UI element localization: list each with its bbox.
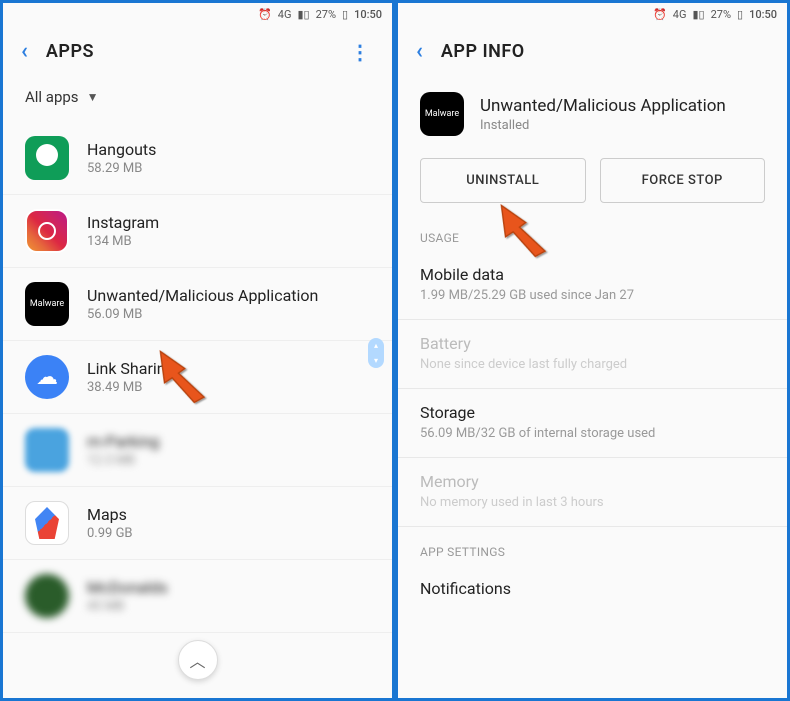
filter-dropdown[interactable]: All apps ▼ (3, 82, 392, 122)
app-row-maps[interactable]: Maps 0.99 GB (3, 487, 392, 560)
row-sub: None since device last fully charged (420, 357, 765, 372)
app-row-hangouts[interactable]: Hangouts 58.29 MB (3, 122, 392, 195)
app-size: 0.99 GB (87, 526, 370, 541)
blurred-app-icon (25, 428, 69, 472)
usage-section-label: USAGE (398, 223, 787, 251)
filter-label: All apps (25, 88, 79, 106)
app-size: 58.29 MB (87, 161, 370, 176)
statusbar: ⏰ 4G ▮▯ 27% ▯ 10:50 (398, 3, 787, 25)
app-size: 134 MB (87, 234, 370, 249)
row-title: Mobile data (420, 265, 765, 284)
action-buttons: UNINSTALL FORCE STOP (398, 158, 787, 223)
page-title: APP INFO (441, 41, 769, 62)
app-name: Maps (87, 505, 370, 524)
app-row-blurred[interactable]: m-Parking 12.3 MB (3, 414, 392, 487)
instagram-icon (25, 209, 69, 253)
app-name: Instagram (87, 213, 370, 232)
row-sub: 1.99 MB/25.29 GB used since Jan 27 (420, 288, 765, 303)
memory-row[interactable]: Memory No memory used in last 3 hours (398, 458, 787, 527)
battery-icon: ▯ (737, 8, 743, 21)
clock: 10:50 (749, 8, 777, 21)
row-sub: No memory used in last 3 hours (420, 495, 765, 510)
storage-row[interactable]: Storage 56.09 MB/32 GB of internal stora… (398, 389, 787, 458)
row-sub: 56.09 MB/32 GB of internal storage used (420, 426, 765, 441)
app-name: Unwanted/Malicious Application (87, 286, 370, 305)
statusbar: ⏰ 4G ▮▯ 27% ▯ 10:50 (3, 3, 392, 25)
battery-percent: 27% (711, 8, 731, 21)
mobile-data-row[interactable]: Mobile data 1.99 MB/25.29 GB used since … (398, 251, 787, 320)
network-icon: 4G (278, 8, 292, 21)
app-row-instagram[interactable]: Instagram 134 MB (3, 195, 392, 268)
app-list: Hangouts 58.29 MB Instagram 134 MB Malwa… (3, 122, 392, 633)
app-status: Installed (480, 118, 726, 133)
app-name: Unwanted/Malicious Application (480, 96, 726, 116)
cloud-icon (25, 355, 69, 399)
apps-list-screen: ⏰ 4G ▮▯ 27% ▯ 10:50 ‹ APPS ⋮ All apps ▼ … (0, 0, 395, 701)
page-title: APPS (46, 41, 332, 62)
app-size: 12.3 MB (87, 453, 370, 468)
row-title: Notifications (420, 579, 765, 598)
chevron-up-icon: ︿ (189, 648, 205, 672)
app-settings-section-label: APP SETTINGS (398, 537, 787, 565)
scroll-handle[interactable]: ▴▾ (368, 338, 384, 368)
back-button[interactable]: ‹ (21, 39, 28, 64)
row-title: Battery (420, 334, 765, 353)
malware-icon: Malware (420, 92, 464, 136)
uninstall-button[interactable]: UNINSTALL (420, 158, 586, 203)
app-row-blurred[interactable]: McDonalds 45 MB (3, 560, 392, 633)
signal-icon: ▮▯ (297, 8, 309, 21)
alarm-icon: ⏰ (258, 8, 272, 21)
app-name: McDonalds (87, 578, 370, 597)
header: ‹ APPS ⋮ (3, 25, 392, 82)
header: ‹ APP INFO (398, 25, 787, 82)
app-row-linksharing[interactable]: Link Sharing 38.49 MB (3, 341, 392, 414)
back-button[interactable]: ‹ (416, 39, 423, 64)
app-name: Hangouts (87, 140, 370, 159)
app-size: 56.09 MB (87, 307, 370, 322)
clock: 10:50 (354, 8, 382, 21)
app-size: 38.49 MB (87, 380, 370, 395)
notifications-row[interactable]: Notifications (398, 565, 787, 614)
app-name: Link Sharing (87, 359, 370, 378)
app-header: Malware Unwanted/Malicious Application I… (398, 82, 787, 158)
chevron-down-icon: ▼ (87, 90, 99, 104)
malware-icon: Malware (25, 282, 69, 326)
maps-icon (25, 501, 69, 545)
battery-icon: ▯ (342, 8, 348, 21)
network-icon: 4G (673, 8, 687, 21)
scroll-to-top-button[interactable]: ︿ (178, 640, 218, 680)
app-row-malicious[interactable]: Malware Unwanted/Malicious Application 5… (3, 268, 392, 341)
more-menu-button[interactable]: ⋮ (350, 40, 374, 64)
hangouts-icon (25, 136, 69, 180)
row-title: Storage (420, 403, 765, 422)
force-stop-button[interactable]: FORCE STOP (600, 158, 766, 203)
blurred-app-icon (25, 574, 69, 618)
battery-percent: 27% (316, 8, 336, 21)
battery-row[interactable]: Battery None since device last fully cha… (398, 320, 787, 389)
app-name: m-Parking (87, 432, 370, 451)
alarm-icon: ⏰ (653, 8, 667, 21)
row-title: Memory (420, 472, 765, 491)
signal-icon: ▮▯ (692, 8, 704, 21)
app-info-screen: ⏰ 4G ▮▯ 27% ▯ 10:50 ‹ APP INFO Malware U… (395, 0, 790, 701)
app-size: 45 MB (87, 599, 370, 614)
